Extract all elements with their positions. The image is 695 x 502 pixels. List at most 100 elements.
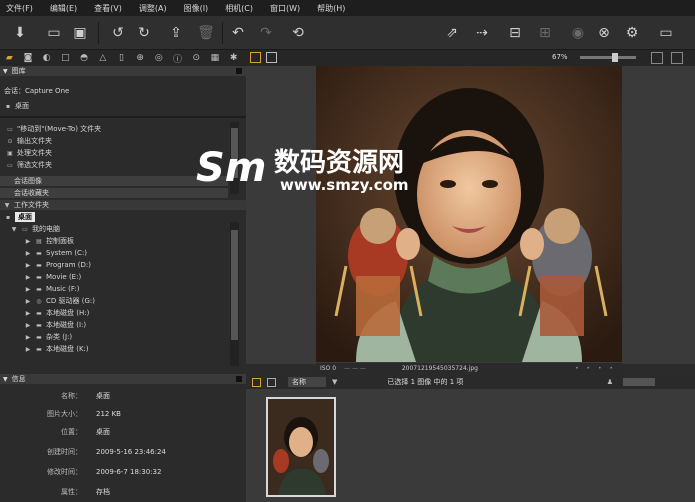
- thumbnail-browser[interactable]: [246, 389, 695, 502]
- redo-icon[interactable]: ↷: [256, 23, 276, 43]
- preferences-tab-icon[interactable]: ✱: [227, 52, 240, 65]
- drive-icon: ▬: [36, 261, 42, 269]
- panel-close-icon[interactable]: [236, 376, 242, 382]
- tree-item-drive-f[interactable]: ▶ ▬ Music (F:): [10, 284, 228, 294]
- capture-tab-icon[interactable]: ◙: [22, 52, 35, 65]
- zoom-slider-thumb[interactable]: [612, 53, 618, 62]
- grid-view-icon[interactable]: [252, 377, 261, 387]
- single-view-icon[interactable]: [266, 52, 277, 63]
- thumbnail-item[interactable]: [266, 397, 336, 497]
- copy-adjustments-icon[interactable]: ⊟: [505, 23, 525, 43]
- menu-file[interactable]: 文件(F): [6, 3, 33, 14]
- viewer-status-bar: ISO 0 — — — 20071219545035724.jpg • • • …: [316, 363, 622, 373]
- expand-triangle-icon: ▶: [25, 321, 31, 329]
- tree-item-drive-g[interactable]: ▶ ◎ CD 驱动器 (G:): [10, 296, 228, 306]
- drive-icon: ▬: [36, 309, 42, 317]
- adjust-tab-icon[interactable]: ⊕: [134, 52, 147, 65]
- drive-icon: ▬: [36, 321, 42, 329]
- rotate-right-icon[interactable]: ↻: [134, 23, 154, 43]
- import-icon[interactable]: ⬇: [10, 23, 30, 43]
- folder-icon: ▭: [7, 125, 13, 133]
- detail-tab-icon[interactable]: ◓: [78, 52, 91, 65]
- tree-item-drive-e[interactable]: ▶ ▬ Movie (E:): [10, 272, 228, 282]
- compare-icon[interactable]: ▭: [44, 23, 64, 43]
- special-folder-move-to[interactable]: ▭ "移动到"(Move-To) 文件夹: [6, 124, 101, 134]
- tree-scrollbar[interactable]: [230, 222, 239, 366]
- cancel-icon[interactable]: ⊗: [594, 23, 614, 43]
- camera-icon[interactable]: ◉: [568, 23, 588, 43]
- menu-help[interactable]: 帮助(H): [317, 3, 345, 14]
- expand-triangle-icon: ▶: [25, 249, 31, 257]
- special-folder-output[interactable]: ⊙ 输出文件夹: [6, 136, 52, 146]
- special-folder-selection[interactable]: ▭ 筛选文件夹: [6, 160, 52, 170]
- tree-item-drive-d[interactable]: ▶ ▬ Program (D:): [10, 260, 228, 270]
- working-folders-header[interactable]: ▼ 工作文件夹: [0, 200, 246, 210]
- crop-tab-icon[interactable]: ▯: [115, 52, 128, 65]
- rotate-left-icon[interactable]: ↺: [108, 23, 128, 43]
- library-panel: 会话：Capture One ▪ 桌面 ▭ "移动到"(Move-To) 文件夹 …: [0, 76, 246, 368]
- menu-adjust[interactable]: 调整(A): [139, 3, 167, 14]
- lens-tab-icon[interactable]: △: [96, 52, 109, 65]
- panel-close-icon[interactable]: [236, 68, 242, 74]
- multi-view-icon[interactable]: ▣: [70, 23, 90, 43]
- info-row: 创建时间： 2009-5-16 23:46:24: [47, 448, 166, 456]
- zoom-level: 67%: [552, 53, 568, 61]
- album-session-favorites[interactable]: 会话收藏夹: [0, 188, 228, 198]
- menu-edit[interactable]: 编辑(E): [50, 3, 77, 14]
- tree-item-drive-i[interactable]: ▶ ▬ 本地磁盘 (I:): [10, 320, 228, 330]
- batch-tab-icon[interactable]: ▦: [209, 52, 222, 65]
- undo-icon[interactable]: ↶: [228, 23, 248, 43]
- process-icon[interactable]: ⇪: [166, 23, 186, 43]
- paste-adjustments-icon[interactable]: ⊞: [535, 23, 555, 43]
- image-filename: 20071219545035724.jpg: [401, 364, 478, 372]
- album-session-images[interactable]: 会话图像: [0, 176, 228, 186]
- menu-camera[interactable]: 相机(C): [225, 3, 253, 14]
- iso-label: ISO 0: [320, 364, 337, 372]
- nav-dots[interactable]: • • • •: [575, 365, 616, 372]
- info-tab-icon[interactable]: ⓘ: [171, 52, 184, 65]
- special-folder-process[interactable]: ▣ 处理文件夹: [6, 148, 52, 158]
- user-icon[interactable]: ♟: [607, 378, 613, 386]
- reset-icon[interactable]: ⟲: [288, 23, 308, 43]
- expand-triangle-icon: ▶: [25, 309, 31, 317]
- image-viewer[interactable]: [246, 66, 695, 364]
- tree-item-drive-h[interactable]: ▶ ▬ 本地磁盘 (H:): [10, 308, 228, 318]
- batch-icon[interactable]: ⇢: [472, 23, 492, 43]
- desktop-item[interactable]: ▪ 桌面: [4, 101, 29, 111]
- thumb-size-slider[interactable]: [623, 378, 655, 386]
- tree-item-drive-c[interactable]: ▶ ▬ System (C:): [10, 248, 228, 258]
- drive-icon: ▬: [36, 273, 42, 281]
- metadata-tab-icon[interactable]: ◎: [153, 52, 166, 65]
- settings-icon[interactable]: ⚙: [622, 23, 642, 43]
- main-photo[interactable]: [316, 66, 622, 362]
- browser-toolbar: 名称 ▼ 已选择 1 图像 中的 1 项 ♟: [246, 375, 695, 389]
- tool-tabs: ▰ ◙ ◐ □ ◓ △ ▯ ⊕ ◎ ⓘ ⊙ ▦ ✱: [0, 50, 246, 66]
- tree-item-drive-k[interactable]: ▶ ▬ 本地磁盘 (K:): [10, 344, 228, 354]
- grid-view-icon[interactable]: [250, 52, 261, 63]
- export-icon[interactable]: ⇗: [442, 23, 462, 43]
- viewer-option-button[interactable]: [651, 52, 663, 64]
- expand-triangle-icon: ▶: [25, 345, 31, 353]
- zoom-slider[interactable]: [580, 56, 636, 59]
- menu-window[interactable]: 窗口(W): [270, 3, 300, 14]
- delete-icon[interactable]: 🗑: [196, 23, 216, 43]
- tree-item-drive-j[interactable]: ▶ ▬ 杂类 (J:): [10, 332, 228, 342]
- sort-direction-icon[interactable]: ▼: [332, 378, 337, 386]
- viewer-option-button-2[interactable]: [671, 52, 683, 64]
- menu-bar: 文件(F) 编辑(E) 查看(V) 调整(A) 图像(I) 相机(C) 窗口(W…: [0, 0, 695, 16]
- list-view-icon[interactable]: [267, 377, 276, 387]
- current-folder-row[interactable]: ▪ 桌面: [4, 212, 35, 222]
- color-tab-icon[interactable]: ◐: [40, 52, 53, 65]
- info-header[interactable]: ▼ 信息: [0, 374, 246, 384]
- exposure-tab-icon[interactable]: □: [59, 52, 72, 65]
- output-tab-icon[interactable]: ⊙: [190, 52, 203, 65]
- tree-item-my-computer[interactable]: ▼ ▭ 我的电脑: [10, 224, 228, 234]
- fullscreen-icon[interactable]: ▭: [656, 23, 676, 43]
- menu-image[interactable]: 图像(I): [184, 3, 209, 14]
- drive-icon: ▬: [36, 345, 42, 353]
- folder-tab-icon[interactable]: ▰: [3, 52, 16, 65]
- menu-view[interactable]: 查看(V): [94, 3, 122, 14]
- tree-item-control-panel[interactable]: ▶ ▤ 控制面板: [10, 236, 228, 246]
- sort-label[interactable]: 名称: [288, 377, 326, 387]
- library-header[interactable]: ▼ 图库: [0, 66, 246, 76]
